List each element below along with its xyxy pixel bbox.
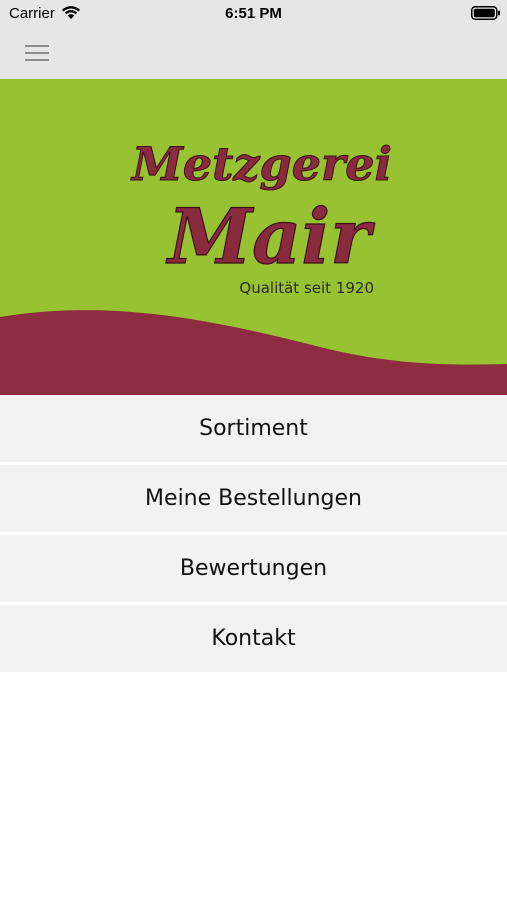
status-bar: Carrier 6:51 PM [0, 0, 507, 28]
brand-logo: Metzgerei Mair Qualität seit 1920 [130, 137, 393, 298]
logo-tagline: Qualität seit 1920 [239, 279, 374, 297]
header-banner: Metzgerei Mair Qualität seit 1920 [0, 79, 507, 395]
menu-item-kontakt[interactable]: Kontakt [0, 605, 507, 672]
main-menu: Sortiment Meine Bestellungen Bewertungen… [0, 395, 507, 675]
banner-graphic: Metzgerei Mair Qualität seit 1920 [0, 79, 507, 395]
app-screen: Carrier 6:51 PM Metzgerei Mair Qualität … [0, 0, 507, 900]
menu-item-meine-bestellungen[interactable]: Meine Bestellungen [0, 465, 507, 532]
hamburger-menu-icon[interactable] [22, 40, 52, 66]
status-time: 6:51 PM [225, 5, 282, 22]
navigation-bar [0, 28, 507, 79]
battery-icon [471, 6, 500, 20]
menu-item-bewertungen[interactable]: Bewertungen [0, 535, 507, 602]
logo-line2: Mair [165, 192, 375, 281]
menu-item-sortiment[interactable]: Sortiment [0, 395, 507, 462]
logo-line1: Metzgerei [130, 137, 392, 191]
